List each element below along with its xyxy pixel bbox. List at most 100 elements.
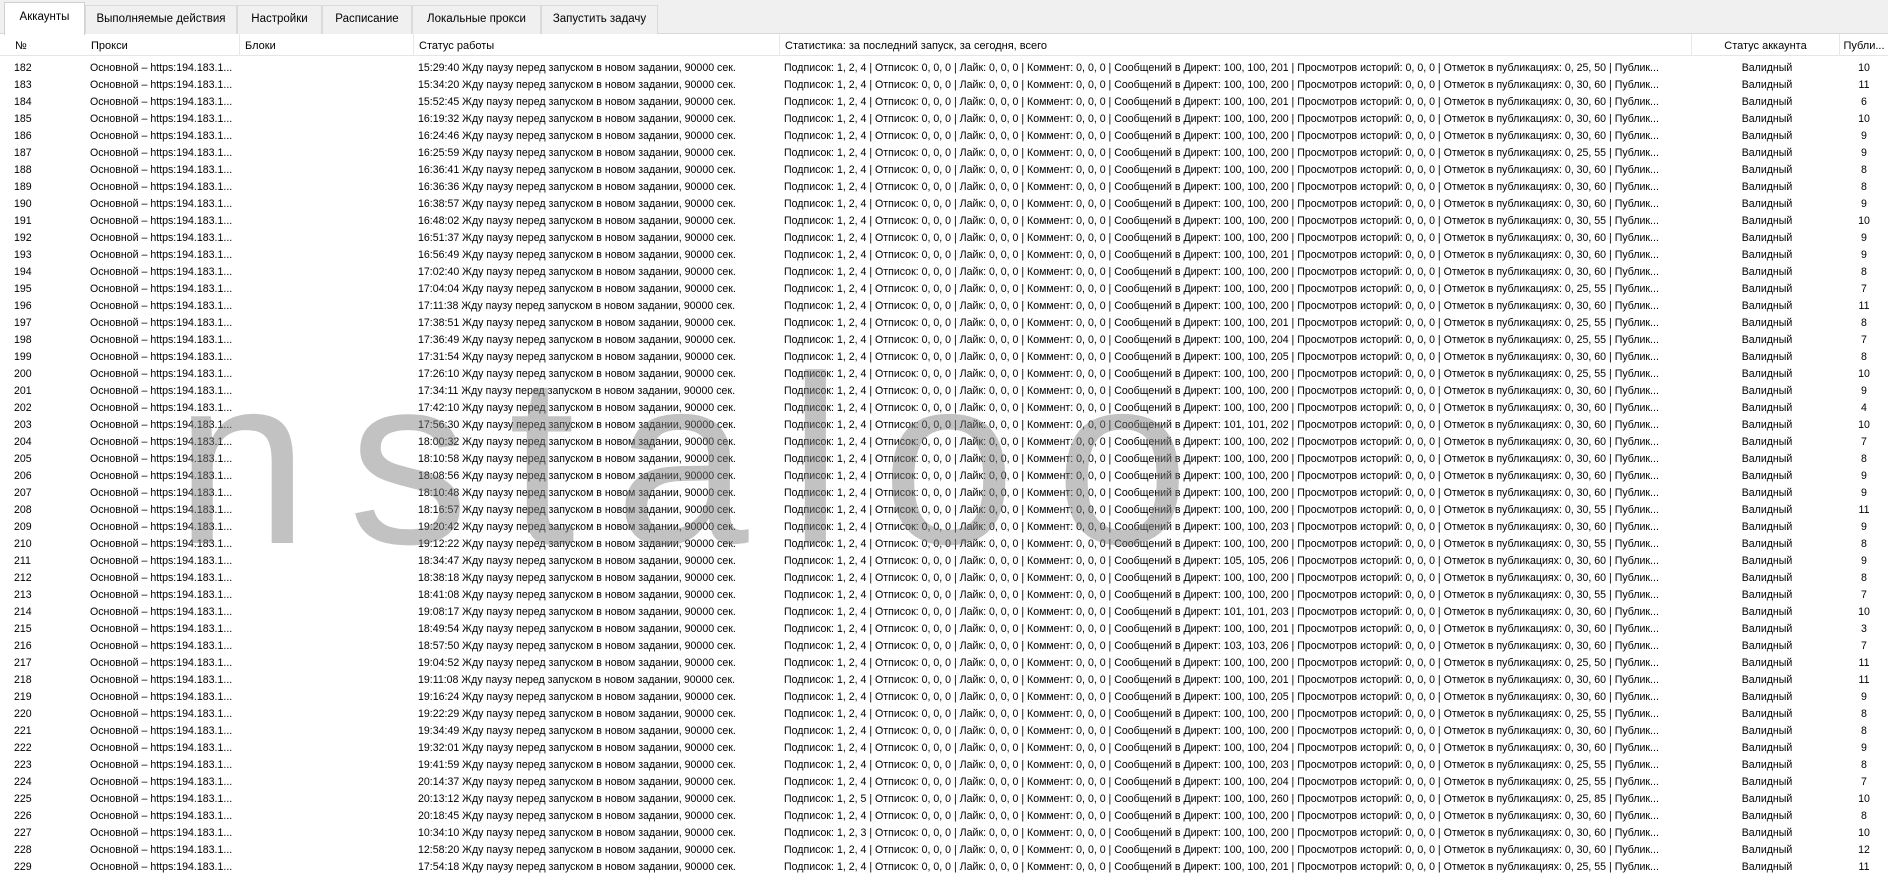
- row-blocks: [240, 587, 412, 604]
- tab-running-actions[interactable]: Выполняемые действия: [85, 5, 237, 34]
- row-number: 200: [14, 368, 32, 380]
- accounts-table[interactable]: № Прокси Блоки Статус работы Статистика:…: [0, 34, 1888, 878]
- table-row[interactable]: 196 Основной – https:194.183.1... 17:11:38…: [0, 298, 1888, 315]
- table-row[interactable]: 183 Основной – https:194.183.1... 15:34:20…: [0, 77, 1888, 94]
- row-account-status: Валидный: [1741, 589, 1793, 601]
- table-row[interactable]: 186 Основной – https:194.183.1... 16:24:46…: [0, 128, 1888, 145]
- row-statistics: Подписок: 1, 2, 4 | Отписок: 0, 0, 0 | Л…: [784, 402, 1659, 414]
- table-row[interactable]: 214 Основной – https:194.183.1... 19:08:17…: [0, 604, 1888, 621]
- row-statistics: Подписок: 1, 2, 4 | Отписок: 0, 0, 0 | Л…: [784, 776, 1659, 788]
- table-row[interactable]: 208 Основной – https:194.183.1... 18:16:57…: [0, 502, 1888, 519]
- table-row[interactable]: 220 Основной – https:194.183.1... 19:22:29…: [0, 706, 1888, 723]
- row-account-status: Валидный: [1741, 266, 1793, 278]
- table-row[interactable]: 201 Основной – https:194.183.1... 17:34:11…: [0, 383, 1888, 400]
- table-row[interactable]: 226 Основной – https:194.183.1... 20:18:45…: [0, 808, 1888, 825]
- row-account-status: Валидный: [1741, 62, 1793, 74]
- row-work-status: 15:52:45 Жду паузу перед запуском в ново…: [418, 96, 736, 108]
- table-row[interactable]: 215 Основной – https:194.183.1... 18:49:54…: [0, 621, 1888, 638]
- column-header-blocks[interactable]: Блоки: [240, 34, 414, 56]
- row-account-status: Валидный: [1741, 96, 1793, 108]
- table-row[interactable]: 205 Основной – https:194.183.1... 18:10:58…: [0, 451, 1888, 468]
- table-row[interactable]: 217 Основной – https:194.183.1... 19:04:52…: [0, 655, 1888, 672]
- row-publications: 7: [1861, 776, 1867, 788]
- table-row[interactable]: 195 Основной – https:194.183.1... 17:04:04…: [0, 281, 1888, 298]
- row-statistics: Подписок: 1, 2, 4 | Отписок: 0, 0, 0 | Л…: [784, 538, 1659, 550]
- column-header-proxy[interactable]: Прокси: [86, 34, 240, 56]
- row-work-status: 18:08:56 Жду паузу перед запуском в ново…: [418, 470, 736, 482]
- row-statistics: Подписок: 1, 2, 4 | Отписок: 0, 0, 0 | Л…: [784, 232, 1659, 244]
- table-row[interactable]: 212 Основной – https:194.183.1... 18:38:18…: [0, 570, 1888, 587]
- row-work-status: 17:11:38 Жду паузу перед запуском в ново…: [418, 300, 736, 312]
- table-row[interactable]: 227 Основной – https:194.183.1... 10:34:10…: [0, 825, 1888, 842]
- row-number: 210: [14, 538, 32, 550]
- row-number: 223: [14, 759, 32, 771]
- table-row[interactable]: 225 Основной – https:194.183.1... 20:13:12…: [0, 791, 1888, 808]
- table-row[interactable]: 209 Основной – https:194.183.1... 19:20:42…: [0, 519, 1888, 536]
- row-statistics: Подписок: 1, 2, 4 | Отписок: 0, 0, 0 | Л…: [784, 759, 1659, 771]
- row-account-status: Валидный: [1741, 674, 1793, 686]
- table-row[interactable]: 228 Основной – https:194.183.1... 12:58:20…: [0, 842, 1888, 859]
- table-row[interactable]: 187 Основной – https:194.183.1... 16:25:59…: [0, 145, 1888, 162]
- table-row[interactable]: 229 Основной – https:194.183.1... 17:54:18…: [0, 859, 1888, 876]
- table-row[interactable]: 199 Основной – https:194.183.1... 17:31:54…: [0, 349, 1888, 366]
- column-header-account-status[interactable]: Статус аккаунта: [1692, 34, 1840, 56]
- table-row[interactable]: 188 Основной – https:194.183.1... 16:36:41…: [0, 162, 1888, 179]
- table-row[interactable]: 190 Основной – https:194.183.1... 16:38:57…: [0, 196, 1888, 213]
- table-row[interactable]: 198 Основной – https:194.183.1... 17:36:49…: [0, 332, 1888, 349]
- row-proxy: Основной – https:194.183.1...: [90, 640, 233, 652]
- row-account-status: Валидный: [1741, 606, 1793, 618]
- table-row[interactable]: 219 Основной – https:194.183.1... 19:16:24…: [0, 689, 1888, 706]
- table-row[interactable]: 206 Основной – https:194.183.1... 18:08:56…: [0, 468, 1888, 485]
- row-work-status: 19:41:59 Жду паузу перед запуском в ново…: [418, 759, 736, 771]
- table-row[interactable]: 204 Основной – https:194.183.1... 18:00:32…: [0, 434, 1888, 451]
- table-row[interactable]: 189 Основной – https:194.183.1... 16:36:36…: [0, 179, 1888, 196]
- table-row[interactable]: 223 Основной – https:194.183.1... 19:41:59…: [0, 757, 1888, 774]
- row-blocks: [240, 77, 412, 94]
- row-number: 189: [14, 181, 32, 193]
- row-account-status: Валидный: [1741, 844, 1793, 856]
- row-proxy: Основной – https:194.183.1...: [90, 164, 233, 176]
- row-account-status: Валидный: [1741, 419, 1793, 431]
- table-row[interactable]: 185 Основной – https:194.183.1... 16:19:32…: [0, 111, 1888, 128]
- table-row[interactable]: 224 Основной – https:194.183.1... 20:14:37…: [0, 774, 1888, 791]
- column-header-work-status[interactable]: Статус работы: [414, 34, 780, 56]
- table-row[interactable]: 191 Основной – https:194.183.1... 16:48:02…: [0, 213, 1888, 230]
- tab-settings[interactable]: Настройки: [237, 5, 322, 34]
- table-row[interactable]: 200 Основной – https:194.183.1... 17:26:10…: [0, 366, 1888, 383]
- tab-accounts[interactable]: Аккаунты: [4, 2, 85, 35]
- table-row[interactable]: 221 Основной – https:194.183.1... 19:34:49…: [0, 723, 1888, 740]
- table-row[interactable]: 216 Основной – https:194.183.1... 18:57:50…: [0, 638, 1888, 655]
- tab-run-task[interactable]: Запустить задачу: [541, 5, 658, 34]
- row-statistics: Подписок: 1, 2, 4 | Отписок: 0, 0, 0 | Л…: [784, 640, 1659, 652]
- row-statistics: Подписок: 1, 2, 4 | Отписок: 0, 0, 0 | Л…: [784, 300, 1659, 312]
- row-work-status: 15:34:20 Жду паузу перед запуском в ново…: [418, 79, 736, 91]
- row-account-status: Валидный: [1741, 130, 1793, 142]
- table-row[interactable]: 213 Основной – https:194.183.1... 18:41:08…: [0, 587, 1888, 604]
- table-row[interactable]: 193 Основной – https:194.183.1... 16:56:49…: [0, 247, 1888, 264]
- row-publications: 11: [1858, 300, 1870, 312]
- table-row[interactable]: 207 Основной – https:194.183.1... 18:10:48…: [0, 485, 1888, 502]
- table-row[interactable]: 182 Основной – https:194.183.1... 15:29:40…: [0, 60, 1888, 77]
- table-row[interactable]: 210 Основной – https:194.183.1... 19:12:22…: [0, 536, 1888, 553]
- column-header-statistics[interactable]: Статистика: за последний запуск, за сего…: [780, 34, 1692, 56]
- table-row[interactable]: 184 Основной – https:194.183.1... 15:52:45…: [0, 94, 1888, 111]
- row-number: 222: [14, 742, 32, 754]
- table-row[interactable]: 194 Основной – https:194.183.1... 17:02:40…: [0, 264, 1888, 281]
- row-account-status: Валидный: [1741, 215, 1793, 227]
- table-row[interactable]: 218 Основной – https:194.183.1... 19:11:08…: [0, 672, 1888, 689]
- table-row[interactable]: 222 Основной – https:194.183.1... 19:32:01…: [0, 740, 1888, 757]
- column-header-number[interactable]: №: [10, 34, 86, 56]
- row-number: 204: [14, 436, 32, 448]
- table-row[interactable]: 203 Основной – https:194.183.1... 17:56:30…: [0, 417, 1888, 434]
- column-header-publications[interactable]: Публи...: [1840, 34, 1888, 56]
- row-work-status: 18:34:47 Жду паузу перед запуском в ново…: [418, 555, 736, 567]
- tab-local-proxies[interactable]: Локальные прокси: [412, 5, 541, 34]
- row-proxy: Основной – https:194.183.1...: [90, 708, 233, 720]
- row-number: 218: [14, 674, 32, 686]
- table-row[interactable]: 192 Основной – https:194.183.1... 16:51:37…: [0, 230, 1888, 247]
- table-row[interactable]: 211 Основной – https:194.183.1... 18:34:47…: [0, 553, 1888, 570]
- table-row[interactable]: 197 Основной – https:194.183.1... 17:38:51…: [0, 315, 1888, 332]
- table-row[interactable]: 202 Основной – https:194.183.1... 17:42:10…: [0, 400, 1888, 417]
- row-publications: 9: [1861, 691, 1867, 703]
- tab-schedule[interactable]: Расписание: [322, 5, 412, 34]
